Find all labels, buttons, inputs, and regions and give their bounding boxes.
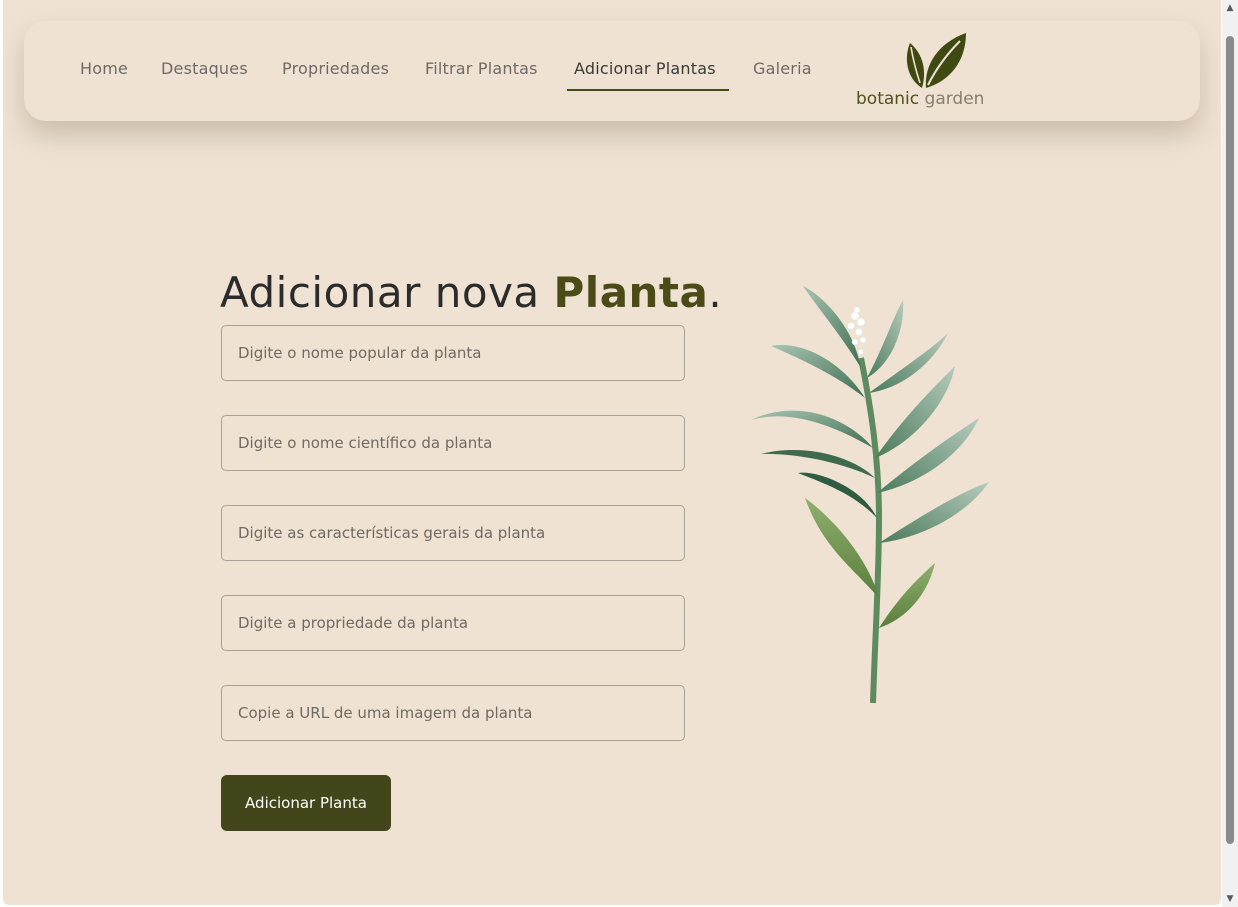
leaf-pair-icon [906,33,966,88]
triangle-up-icon[interactable]: ▲ [1222,0,1238,16]
scientific-name-input[interactable] [221,415,685,471]
plant-branch-illustration [751,286,989,704]
property-input[interactable] [221,595,685,651]
nav-filtrar-plantas[interactable]: Filtrar Plantas [425,59,538,78]
nav-adicionar-plantas[interactable]: Adicionar Plantas [574,59,716,78]
title-end: . [708,268,723,318]
triangle-down-icon[interactable]: ▼ [1222,891,1238,907]
nav-galeria[interactable]: Galeria [753,59,812,78]
scroll-thumb[interactable] [1226,36,1234,844]
navbar: Home Destaques Propriedades Filtrar Plan… [24,21,1200,121]
scrollbar[interactable]: ▲ ▼ [1222,0,1238,907]
logo-text: botanic garden [856,89,984,109]
nav-home[interactable]: Home [80,59,128,78]
logo[interactable]: botanic garden [856,33,1006,113]
popular-name-input[interactable] [221,325,685,381]
characteristics-input[interactable] [221,505,685,561]
image-url-input[interactable] [221,685,685,741]
active-nav-underline [567,89,729,91]
title-accent: Planta [553,268,709,318]
logo-word-botanic: botanic [856,89,920,109]
nav-propriedades[interactable]: Propriedades [282,59,389,78]
title-main: Adicionar nova [220,268,554,318]
page-title: Adicionar nova Planta. [220,268,722,317]
add-plant-button[interactable]: Adicionar Planta [221,775,391,831]
page: Home Destaques Propriedades Filtrar Plan… [3,0,1221,905]
nav-destaques[interactable]: Destaques [161,59,248,78]
logo-word-garden: garden [924,89,985,109]
